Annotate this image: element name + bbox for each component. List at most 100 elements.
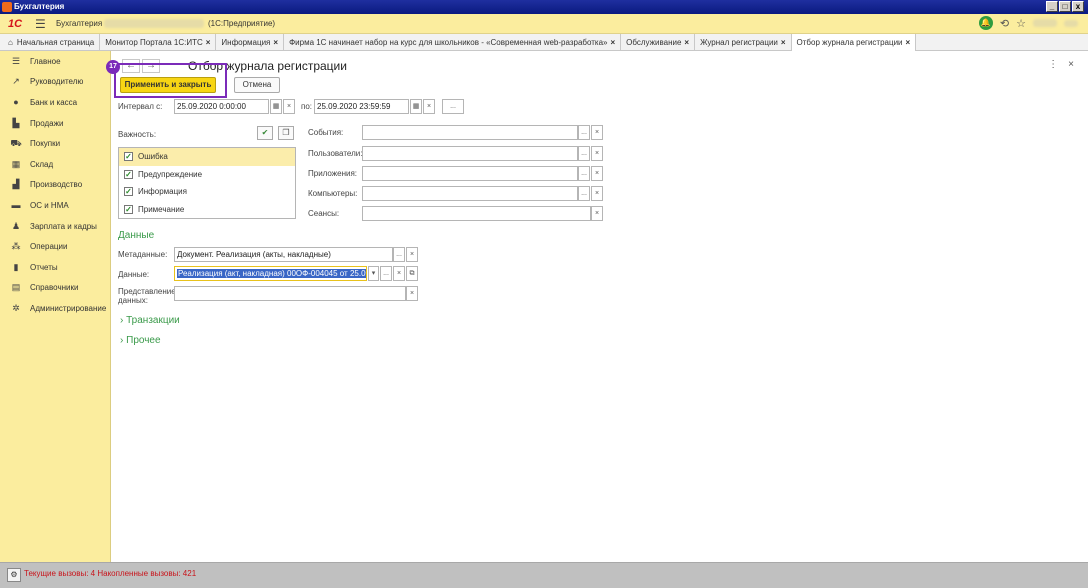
list-item-note[interactable]: ✓ Примечание xyxy=(119,201,295,219)
trend-icon: ↗ xyxy=(12,76,20,87)
data-field[interactable]: Реализация (акт, накладная) 00ОФ-004045 … xyxy=(174,266,367,281)
close-tab-icon[interactable]: × xyxy=(781,38,786,47)
clear-icon[interactable]: × xyxy=(406,286,418,301)
sidebar-item-sales[interactable]: ▙ Продажи xyxy=(0,113,110,134)
check-all-icon[interactable]: ✔ xyxy=(257,126,273,140)
events-field[interactable] xyxy=(362,125,578,140)
sidebar-item-label: Операции xyxy=(30,242,68,252)
open-icon[interactable]: ⧉ xyxy=(406,266,418,281)
blurred-settings[interactable] xyxy=(1064,19,1078,27)
tab-event-log[interactable]: Журнал регистрации × xyxy=(695,34,792,51)
sidebar-item-label: Администрирование xyxy=(30,303,107,313)
sidebar-item-catalogs[interactable]: ▤ Справочники xyxy=(0,278,110,299)
sidebar-item-label: ОС и НМА xyxy=(30,200,69,210)
checkbox-checked-icon[interactable]: ✓ xyxy=(124,169,133,179)
bell-icon[interactable]: 🔔 xyxy=(978,16,993,30)
app-name: Бухгалтерия xyxy=(56,19,103,28)
sidebar-item-manager[interactable]: ↗ Руководителю xyxy=(0,72,110,93)
close-tab-icon[interactable]: × xyxy=(611,38,616,47)
group-label: Прочее xyxy=(126,335,161,346)
period-choose-button[interactable]: ... xyxy=(442,99,464,114)
clear-icon[interactable]: × xyxy=(406,247,418,262)
list-item-info[interactable]: ✓ Информация xyxy=(119,183,295,201)
maximize-button[interactable]: □ xyxy=(1059,1,1071,12)
sidebar-item-operations[interactable]: ⁂ Операции xyxy=(0,236,110,257)
calendar-icon[interactable]: ▦ xyxy=(270,99,282,114)
sidebar-item-salary[interactable]: ♟ Зарплата и кадры xyxy=(0,216,110,237)
clear-icon[interactable]: × xyxy=(591,146,603,161)
sidebar-item-label: Производство xyxy=(30,180,83,190)
tab-its-monitor[interactable]: Монитор Портала 1С:ИТС × xyxy=(100,34,217,51)
interval-from-field[interactable]: 25.09.2020 0:00:00 xyxy=(174,99,269,114)
metadata-field[interactable]: Документ. Реализация (акты, накладные) xyxy=(174,247,393,262)
close-tab-icon[interactable]: × xyxy=(906,38,911,47)
select-button[interactable]: ... xyxy=(578,125,590,140)
apps-field[interactable] xyxy=(362,166,578,181)
star-icon[interactable]: ☆ xyxy=(1016,17,1026,30)
select-button[interactable]: ... xyxy=(393,247,405,262)
clear-icon[interactable]: × xyxy=(591,186,603,201)
checkbox-checked-icon[interactable]: ✓ xyxy=(124,152,133,162)
sidebar-item-bank[interactable]: ● Банк и касса xyxy=(0,92,110,113)
tab-event-log-filter[interactable]: Отбор журнала регистрации × xyxy=(791,34,917,51)
select-button[interactable]: ... xyxy=(578,166,590,181)
tab-information[interactable]: Информация × xyxy=(216,34,285,51)
chevron-down-icon[interactable]: ▾ xyxy=(368,266,379,281)
close-button[interactable]: x xyxy=(1072,1,1084,12)
list-item-warning[interactable]: ✓ Предупреждение xyxy=(119,166,295,184)
tab-news[interactable]: Фирма 1С начинает набор на курс для школ… xyxy=(284,34,622,51)
computers-field[interactable] xyxy=(362,186,578,201)
users-field[interactable] xyxy=(362,146,578,161)
tab-label: Начальная страница xyxy=(16,38,95,47)
person-icon: ♟ xyxy=(11,220,21,231)
clear-icon[interactable]: × xyxy=(591,206,603,221)
uncheck-all-icon[interactable]: ❐ xyxy=(278,126,294,140)
checkbox-checked-icon[interactable]: ✓ xyxy=(124,187,133,197)
sidebar-item-label: Отчеты xyxy=(30,262,58,272)
sessions-field[interactable] xyxy=(362,206,591,221)
cart-icon: ⛟ xyxy=(10,137,22,148)
sidebar-item-purchases[interactable]: ⛟ Покупки xyxy=(0,133,110,154)
clear-icon[interactable]: × xyxy=(393,266,405,281)
history-icon[interactable]: ⟲ xyxy=(1000,17,1009,30)
minimize-button[interactable]: _ xyxy=(1046,1,1058,12)
checkbox-checked-icon[interactable]: ✓ xyxy=(124,204,133,214)
menu-icon[interactable]: ☰ xyxy=(35,17,46,31)
presentation-field[interactable] xyxy=(174,286,406,301)
clear-icon[interactable]: × xyxy=(283,99,295,114)
sidebar-item-main[interactable]: ☰ Главное xyxy=(0,51,110,72)
tab-home[interactable]: ⌂ Начальная страница xyxy=(0,34,101,51)
list-icon: ☰ xyxy=(11,55,21,66)
sidebar-item-warehouse[interactable]: ▦ Склад xyxy=(0,154,110,175)
close-form-icon[interactable]: × xyxy=(1068,59,1074,70)
sidebar-item-production[interactable]: ▟ Производство xyxy=(0,175,110,196)
list-item-error[interactable]: ✓ Ошибка xyxy=(119,148,295,166)
cancel-button[interactable]: Отмена xyxy=(234,77,280,93)
sidebar-item-assets[interactable]: ▬ ОС и НМА xyxy=(0,195,110,216)
tab-maintenance[interactable]: Обслуживание × xyxy=(621,34,696,51)
select-button[interactable]: ... xyxy=(578,186,590,201)
calendar-icon[interactable]: ▦ xyxy=(410,99,422,114)
chevron-right-icon: › xyxy=(120,315,124,326)
data-section-title: Данные xyxy=(118,230,155,241)
close-tab-icon[interactable]: × xyxy=(684,38,689,47)
performance-icon[interactable]: ⚙ xyxy=(7,568,21,582)
transactions-group[interactable]: › Транзакции xyxy=(120,315,180,326)
other-group[interactable]: › Прочее xyxy=(120,335,161,346)
clear-icon[interactable]: × xyxy=(423,99,435,114)
select-button[interactable]: ... xyxy=(578,146,590,161)
blurred-user-name[interactable] xyxy=(1033,19,1057,27)
close-tab-icon[interactable]: × xyxy=(273,38,278,47)
clear-icon[interactable]: × xyxy=(591,125,603,140)
apply-and-close-button[interactable]: Применить и закрыть xyxy=(120,77,216,93)
tab-label: Фирма 1С начинает набор на курс для школ… xyxy=(289,38,608,47)
more-actions-icon[interactable]: ⋮ xyxy=(1048,59,1058,70)
clear-icon[interactable]: × xyxy=(591,166,603,181)
close-tab-icon[interactable]: × xyxy=(206,38,211,47)
sidebar-item-admin[interactable]: ✲ Администрирование xyxy=(0,298,110,319)
interval-to-field[interactable]: 25.09.2020 23:59:59 xyxy=(314,99,409,114)
sidebar-item-reports[interactable]: ▮ Отчеты xyxy=(0,257,110,278)
apps-label: Приложения: xyxy=(308,169,358,178)
home-icon: ⌂ xyxy=(8,38,13,47)
select-button[interactable]: ... xyxy=(380,266,392,281)
